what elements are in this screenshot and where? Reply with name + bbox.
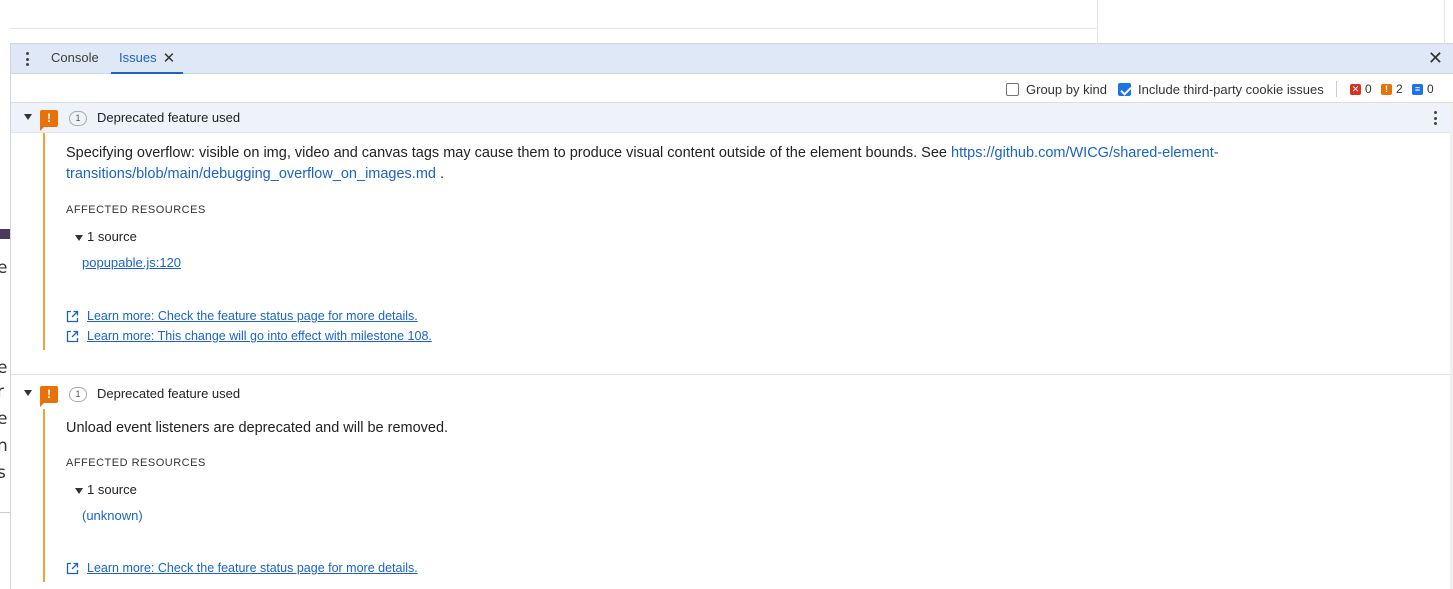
checkbox-label: Group by kind xyxy=(1026,82,1107,97)
background-glyph: s xyxy=(0,463,6,483)
source-toggle[interactable]: 1 source xyxy=(75,229,1452,244)
learn-more-list: Learn more: Check the feature status pag… xyxy=(66,523,1452,582)
tab-label: Console xyxy=(51,50,99,65)
warning-icon: ! xyxy=(1381,83,1392,95)
checkbox-box[interactable] xyxy=(1118,83,1131,96)
source-toggle[interactable]: 1 source xyxy=(75,482,1452,497)
issue-count-badge: 1 xyxy=(69,111,87,126)
source-value: (unknown) xyxy=(82,508,143,523)
issue-item: ! 1 Deprecated feature used Unload event… xyxy=(11,379,1452,582)
background-glyph: e xyxy=(0,358,8,378)
checkbox-label: Include third-party cookie issues xyxy=(1138,82,1324,97)
issues-toolbar: Group by kind Include third-party cookie… xyxy=(11,75,1453,103)
error-icon: ✕ xyxy=(1350,83,1361,95)
error-count-value: 0 xyxy=(1365,82,1372,96)
group-by-kind-checkbox[interactable]: Group by kind xyxy=(1006,82,1107,97)
external-link-icon xyxy=(66,330,79,342)
close-icon[interactable]: ✕ xyxy=(163,45,176,72)
expand-triangle-icon[interactable] xyxy=(75,487,83,494)
background-glyph: e xyxy=(0,258,8,278)
source-link[interactable]: popupable.js:120 xyxy=(82,255,181,270)
learn-more-list: Learn more: Check the feature status pag… xyxy=(66,270,1452,350)
more-vert-icon[interactable] xyxy=(21,51,33,67)
learn-more-text: Learn more: Check the feature status pag… xyxy=(87,561,418,575)
collapse-caret-icon[interactable] xyxy=(24,390,32,396)
devtools-drawer: Console Issues ✕ ✕ Group by kind Include … xyxy=(10,44,1453,589)
page-viewport xyxy=(10,0,1453,44)
tab-issues[interactable]: Issues ✕ xyxy=(111,44,184,74)
learn-more-text: Learn more: This change will go into eff… xyxy=(87,329,432,343)
background-glyph: e xyxy=(0,409,8,429)
description-text: Specifying overflow: visible on img, vid… xyxy=(66,145,952,161)
page-column-divider xyxy=(1097,0,1098,44)
learn-more-link[interactable]: Learn more: This change will go into eff… xyxy=(66,329,1452,343)
expand-triangle-icon[interactable] xyxy=(75,234,83,241)
external-link-icon xyxy=(66,562,79,574)
issue-header[interactable]: ! 1 Deprecated feature used xyxy=(11,103,1452,133)
background-page: e e r e n s xyxy=(0,0,10,589)
learn-more-link[interactable]: Learn more: Check the feature status pag… xyxy=(66,561,1452,575)
issue-count-badge: 1 xyxy=(69,387,87,402)
toolbar-divider xyxy=(1336,81,1337,97)
issue-title: Deprecated feature used xyxy=(97,386,241,401)
background-bar xyxy=(0,229,10,239)
close-icon[interactable]: ✕ xyxy=(1428,49,1443,67)
info-icon: ≡ xyxy=(1412,83,1423,95)
error-count[interactable]: ✕ 0 xyxy=(1350,82,1372,96)
page-divider xyxy=(10,28,1097,29)
tab-label: Issues xyxy=(119,50,157,65)
affected-resources-heading: AFFECTED RESOURCES xyxy=(66,204,206,216)
background-glyph: r xyxy=(0,382,4,402)
third-party-cookie-checkbox[interactable]: Include third-party cookie issues xyxy=(1118,82,1324,97)
issue-body: Specifying overflow: visible on img, vid… xyxy=(43,133,1452,350)
external-link-icon xyxy=(66,310,79,322)
description-tail: . xyxy=(435,166,445,182)
checkbox-box[interactable] xyxy=(1006,83,1019,96)
learn-more-link[interactable]: Learn more: Check the feature status pag… xyxy=(66,309,1452,323)
affected-resources-heading: AFFECTED RESOURCES xyxy=(66,457,206,469)
background-rule xyxy=(0,512,10,513)
issue-item: ! 1 Deprecated feature used Specifying o… xyxy=(11,103,1452,375)
issue-description: Unload event listeners are deprecated an… xyxy=(66,420,449,436)
drawer-tabbar: Console Issues ✕ ✕ xyxy=(11,44,1453,74)
page-edge xyxy=(1444,0,1445,44)
source-toggle-label: 1 source xyxy=(87,482,137,497)
warning-count[interactable]: ! 2 xyxy=(1381,82,1403,96)
issue-body: Unload event listeners are deprecated an… xyxy=(43,409,1452,582)
warning-count-value: 2 xyxy=(1396,82,1403,96)
info-count-value: 0 xyxy=(1427,82,1434,96)
issue-title: Deprecated feature used xyxy=(97,110,241,125)
source-toggle-label: 1 source xyxy=(87,229,137,244)
issue-divider xyxy=(11,374,1452,375)
tab-console[interactable]: Console xyxy=(43,44,107,74)
more-vert-icon[interactable] xyxy=(1434,111,1438,125)
learn-more-text: Learn more: Check the feature status pag… xyxy=(87,309,418,323)
warning-flag-icon: ! xyxy=(40,110,58,131)
issue-description: Specifying overflow: visible on img, vid… xyxy=(66,133,1452,185)
background-glyph: n xyxy=(0,436,8,456)
warning-flag-icon: ! xyxy=(40,386,58,407)
issue-header[interactable]: ! 1 Deprecated feature used xyxy=(11,379,1452,409)
info-count[interactable]: ≡ 0 xyxy=(1412,82,1434,96)
collapse-caret-icon[interactable] xyxy=(24,114,32,120)
